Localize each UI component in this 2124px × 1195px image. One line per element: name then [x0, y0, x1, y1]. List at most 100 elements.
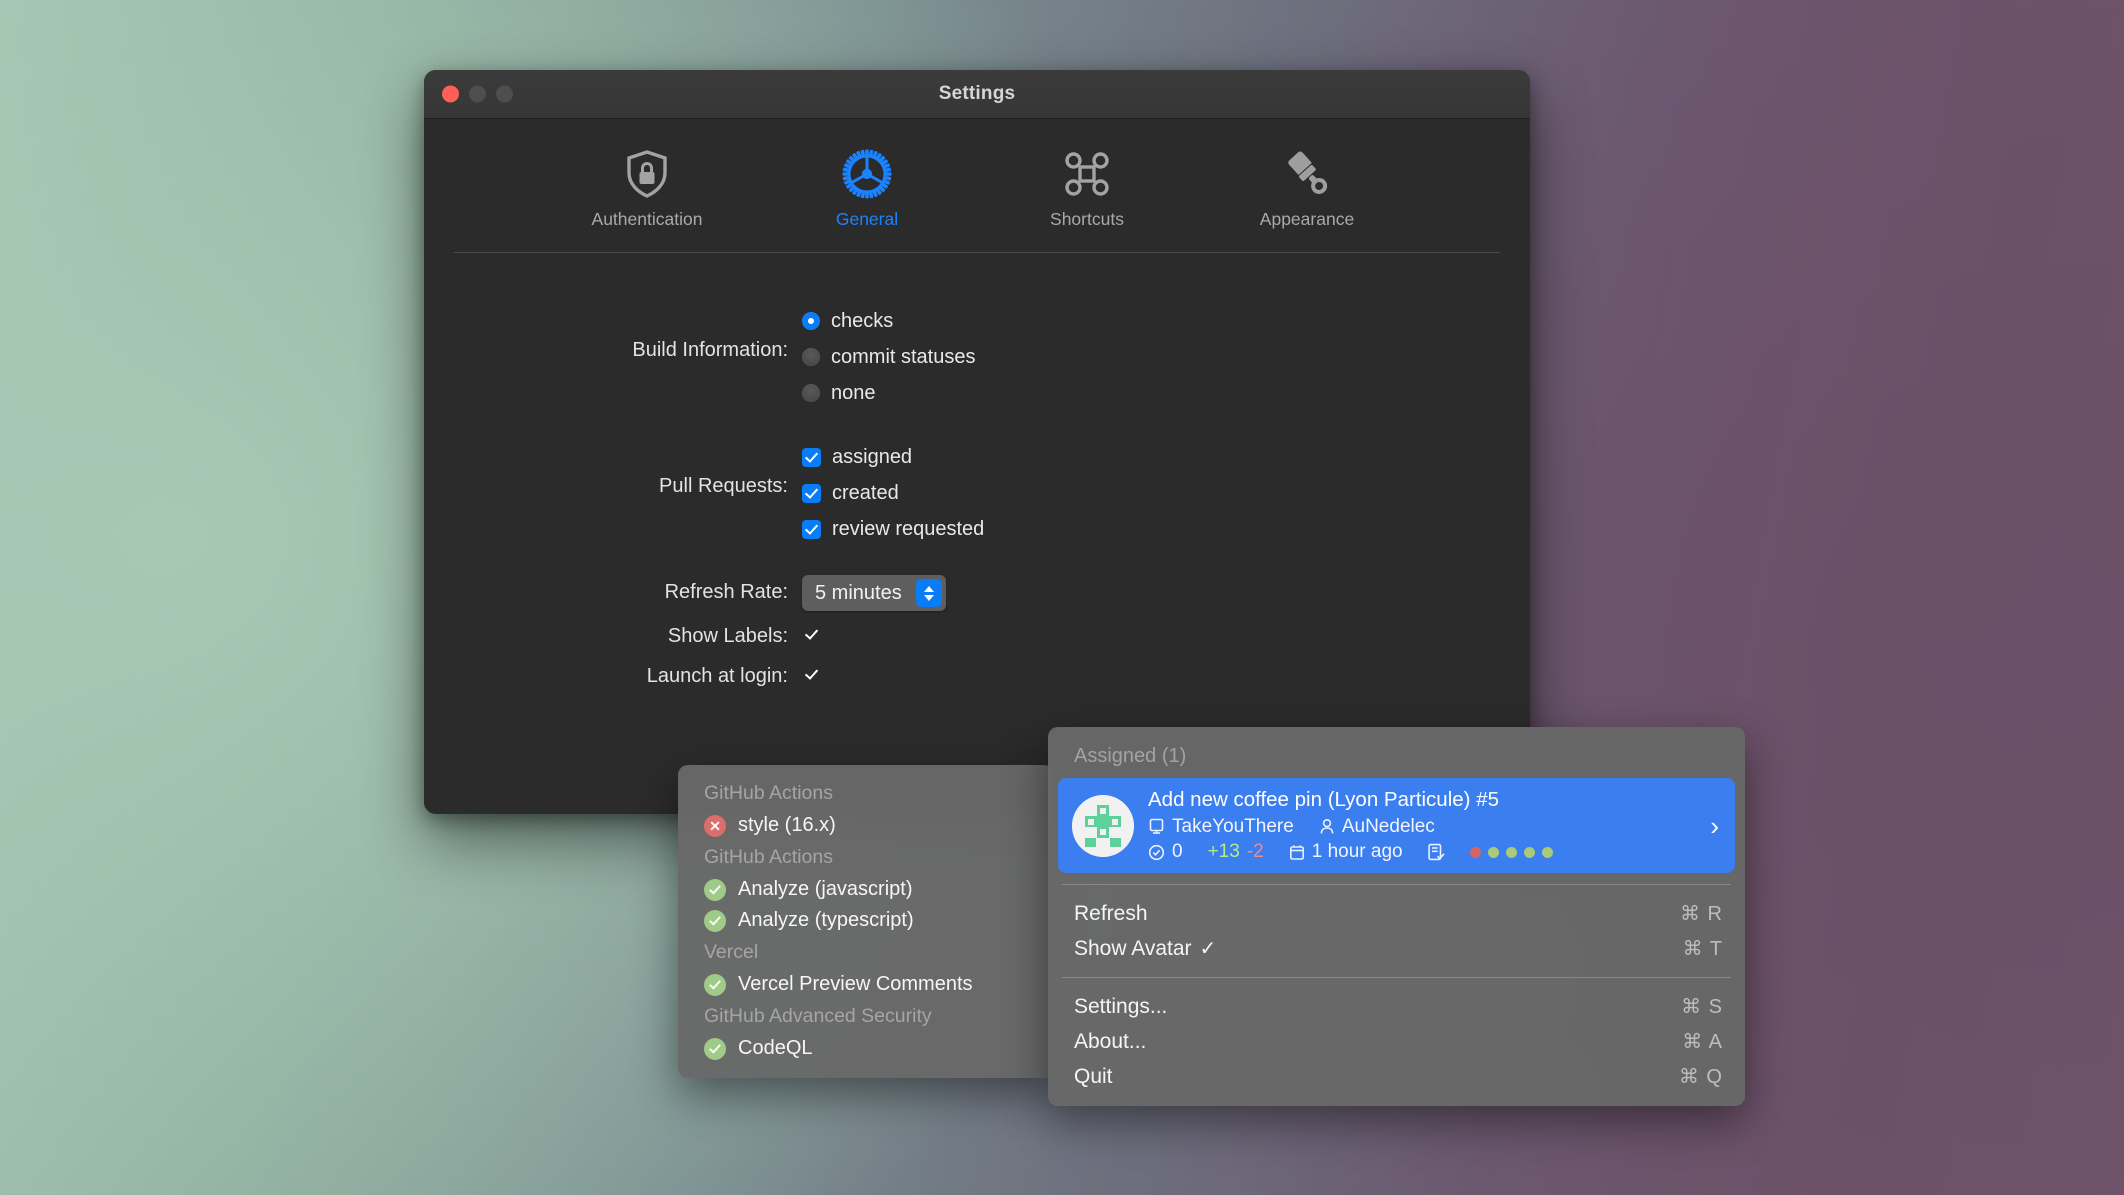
- menubar-menu-popup: Assigned (1) Add: [1048, 727, 1745, 1106]
- show-labels-label: Show Labels:: [424, 625, 802, 648]
- checkbox-review-requested-label: review requested: [832, 518, 984, 541]
- checks-section-header-2: GitHub Actions: [678, 841, 1054, 874]
- tab-appearance[interactable]: Appearance: [1232, 149, 1382, 230]
- radio-commit-statuses[interactable]: [802, 348, 820, 366]
- menu-item-show-avatar-label: Show Avatar: [1074, 937, 1192, 961]
- check-status-dot: [1542, 847, 1553, 858]
- pull-requests-label: Pull Requests:: [424, 439, 802, 498]
- menu-item-settings-shortcut: ⌘ S: [1681, 994, 1723, 1019]
- radio-checks[interactable]: [802, 312, 820, 330]
- checkbox-created-label: created: [832, 482, 899, 505]
- shield-lock-icon: [625, 149, 669, 199]
- menu-item-show-avatar-shortcut: ⌘ T: [1683, 936, 1723, 961]
- build-information-label: Build Information:: [424, 303, 802, 362]
- menu-item-refresh-shortcut: ⌘ R: [1680, 901, 1723, 926]
- check-status-dot: [1470, 847, 1481, 858]
- pull-request-stats: 0 +13 -2 1 hour ago: [1148, 841, 1696, 863]
- pull-request-info: Add new coffee pin (Lyon Particule) #5 T…: [1148, 788, 1696, 863]
- window-titlebar: Settings: [424, 70, 1530, 119]
- calendar-icon: [1289, 844, 1305, 861]
- radio-option-commit-statuses[interactable]: commit statuses: [802, 339, 1530, 375]
- show-labels-row: Show Labels:: [424, 625, 1530, 648]
- comment-check-icon: [1148, 844, 1165, 861]
- chevron-right-icon[interactable]: ›: [1710, 813, 1723, 839]
- menu-item-about-shortcut: ⌘ A: [1682, 1029, 1723, 1054]
- command-key-icon: [1063, 149, 1111, 199]
- tab-authentication-label: Authentication: [592, 209, 703, 230]
- check-item-label: style (16.x): [738, 814, 836, 837]
- menu-item-show-avatar-label-group: Show Avatar ✓: [1074, 936, 1216, 961]
- form-spacer-2: [424, 547, 1530, 575]
- check-item-label: Vercel Preview Comments: [738, 973, 973, 996]
- radio-none[interactable]: [802, 384, 820, 402]
- radio-option-checks[interactable]: checks: [802, 303, 1530, 339]
- tab-general[interactable]: General: [792, 149, 942, 230]
- checks-popup: GitHub Actions style (16.x) GitHub Actio…: [678, 765, 1054, 1078]
- menu-item-about[interactable]: About... ⌘ A: [1048, 1024, 1745, 1059]
- minimize-button[interactable]: [469, 86, 486, 103]
- assigned-section-header: Assigned (1): [1048, 737, 1745, 778]
- refresh-rate-control: 5 minutes: [802, 575, 1530, 611]
- checkbox-option-assigned[interactable]: assigned: [802, 439, 1530, 475]
- radio-option-none[interactable]: none: [802, 375, 1530, 411]
- checkbox-option-created[interactable]: created: [802, 475, 1530, 511]
- form-spacer-4: [424, 648, 1530, 665]
- checkbox-option-review-requested[interactable]: review requested: [802, 511, 1530, 547]
- refresh-rate-label: Refresh Rate:: [424, 575, 802, 604]
- check-item-analyze-javascript[interactable]: Analyze (javascript): [678, 874, 1054, 905]
- repo-icon: [1148, 818, 1165, 836]
- pull-request-updated: 1 hour ago: [1312, 841, 1403, 863]
- check-status-dot: [1506, 847, 1517, 858]
- maximize-button[interactable]: [496, 86, 513, 103]
- tab-general-label: General: [836, 209, 898, 230]
- launch-at-login-row: Launch at login:: [424, 665, 1530, 688]
- launch-at-login-label: Launch at login:: [424, 665, 802, 688]
- checkbox-assigned[interactable]: [802, 448, 821, 467]
- checkbox-review-requested[interactable]: [802, 520, 821, 539]
- pull-request-deletions: -2: [1247, 841, 1264, 863]
- check-item-vercel-preview-comments[interactable]: Vercel Preview Comments: [678, 969, 1054, 1000]
- pull-request-repository: TakeYouThere: [1172, 816, 1294, 838]
- check-item-style[interactable]: style (16.x): [678, 810, 1054, 841]
- check-circle-icon: [704, 879, 726, 901]
- settings-body: Authentication: [424, 119, 1530, 814]
- x-circle-icon: [704, 815, 726, 837]
- tab-appearance-label: Appearance: [1260, 209, 1354, 230]
- check-item-codeql[interactable]: CodeQL: [678, 1033, 1054, 1064]
- tab-shortcuts[interactable]: Shortcuts: [1012, 149, 1162, 230]
- menu-item-settings[interactable]: Settings... ⌘ S: [1048, 989, 1745, 1024]
- person-icon: [1319, 818, 1335, 836]
- pull-request-additions: +13: [1208, 841, 1240, 863]
- menu-item-show-avatar[interactable]: Show Avatar ✓ ⌘ T: [1048, 931, 1745, 966]
- form-spacer: [424, 411, 1530, 439]
- pull-requests-options: assigned created review requested: [802, 439, 1530, 547]
- build-information-options: checks commit statuses none: [802, 303, 1530, 411]
- check-circle-icon: [704, 1038, 726, 1060]
- chevron-updown-icon[interactable]: [916, 579, 942, 607]
- menu-item-about-label: About...: [1074, 1030, 1146, 1054]
- refresh-rate-row: Refresh Rate: 5 minutes: [424, 575, 1530, 611]
- menu-item-refresh-label: Refresh: [1074, 902, 1148, 926]
- checkbox-created[interactable]: [802, 484, 821, 503]
- check-item-analyze-typescript[interactable]: Analyze (typescript): [678, 905, 1054, 936]
- pull-request-list-item[interactable]: Add new coffee pin (Lyon Particule) #5 T…: [1058, 778, 1735, 873]
- form-spacer-3: [424, 611, 1530, 625]
- close-button[interactable]: [442, 86, 459, 103]
- check-circle-icon: [704, 974, 726, 996]
- checkmark-icon: ✓: [1200, 936, 1217, 961]
- menu-item-settings-label: Settings...: [1074, 995, 1167, 1019]
- tab-shortcuts-label: Shortcuts: [1050, 209, 1124, 230]
- refresh-rate-select[interactable]: 5 minutes: [802, 575, 946, 611]
- refresh-rate-value: 5 minutes: [815, 582, 916, 605]
- build-information-row: Build Information: checks commit statuse…: [424, 303, 1530, 411]
- chevron-down-icon: [924, 595, 934, 601]
- tab-authentication[interactable]: Authentication: [572, 149, 722, 230]
- avatar: [1072, 795, 1134, 857]
- menu-item-refresh[interactable]: Refresh ⌘ R: [1048, 896, 1745, 931]
- menu-item-quit-label: Quit: [1074, 1065, 1113, 1089]
- menu-item-quit[interactable]: Quit ⌘ Q: [1048, 1059, 1745, 1094]
- checkbox-assigned-label: assigned: [832, 446, 912, 469]
- check-item-label: Analyze (javascript): [738, 878, 913, 901]
- menu-divider: [1062, 884, 1731, 885]
- gear-icon: [842, 149, 892, 199]
